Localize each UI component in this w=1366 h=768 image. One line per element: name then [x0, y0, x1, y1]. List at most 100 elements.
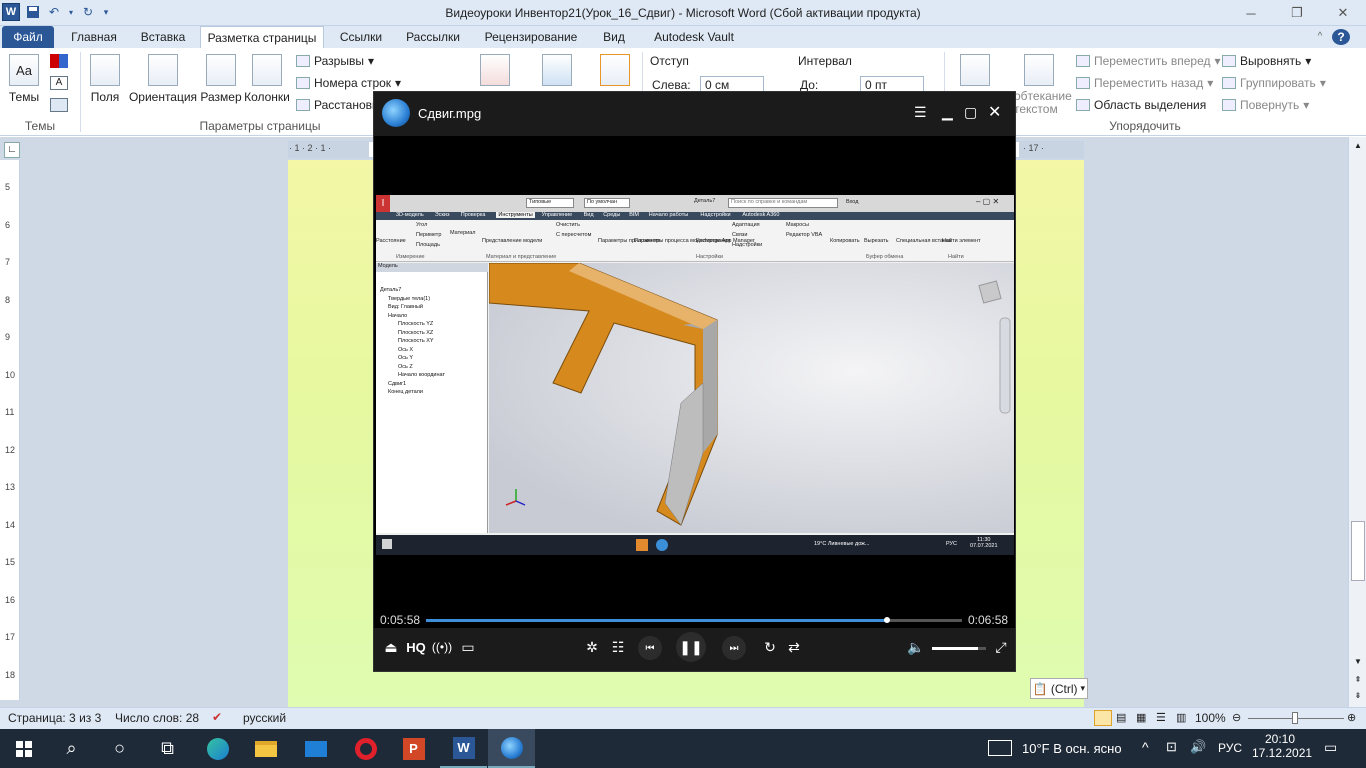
browser-tree-node[interactable]: Вид: Главный	[388, 304, 423, 310]
volume-slider[interactable]	[932, 647, 986, 650]
equalizer-icon[interactable]: ☷	[608, 638, 628, 656]
inventor-ribbon-button[interactable]: Надстройки	[732, 242, 762, 248]
inventor-ribbon-button[interactable]: Материал	[450, 230, 476, 236]
inventor-ribbon-button[interactable]: С пересчетом	[556, 232, 591, 238]
next-icon[interactable]: ⏭	[722, 636, 746, 660]
tab-page-layout[interactable]: Разметка страницы	[200, 26, 324, 48]
close-icon[interactable]: ✕	[1320, 0, 1366, 26]
line-numbers-button[interactable]: Номера строк ▾	[296, 76, 401, 90]
inventor-ribbon-button[interactable]: Площадь	[416, 242, 440, 248]
broadcast-icon[interactable]: ((•))	[432, 638, 452, 656]
inventor-style-dropdown[interactable]: Типовые	[526, 198, 574, 208]
inventor-login[interactable]: Вход	[846, 199, 858, 205]
screen-icon[interactable]: ▭	[458, 638, 478, 656]
hq-toggle[interactable]: HQ	[404, 638, 428, 656]
inventor-search-input[interactable]: Поиск по справке и командам	[728, 198, 838, 208]
size-button[interactable]: Размер	[200, 54, 242, 104]
shuffle-icon[interactable]: ⇄	[784, 638, 804, 656]
seek-bar[interactable]	[426, 617, 962, 623]
undo-icon[interactable]: ↶	[46, 4, 62, 20]
opera-icon[interactable]	[342, 729, 389, 768]
tab-review[interactable]: Рецензирование	[476, 26, 586, 48]
search-icon[interactable]: ⌕	[48, 729, 95, 768]
playlist-icon[interactable]: ☰	[914, 104, 927, 121]
inventor-tab[interactable]: Надстройки	[700, 212, 730, 218]
inventor-ribbon-button[interactable]: Вырезать	[864, 238, 888, 244]
inventor-tab[interactable]: Вид	[584, 212, 594, 218]
media-player-taskbar-icon[interactable]	[488, 729, 535, 768]
edge-icon[interactable]	[194, 729, 241, 768]
browser-tree-node[interactable]: Сдвиг1	[388, 381, 406, 387]
inventor-tab[interactable]: Проверка	[461, 212, 486, 218]
inventor-ribbon-button[interactable]: Редактор VBA	[786, 232, 822, 238]
reading-view-icon[interactable]: ▤	[1116, 711, 1126, 724]
tab-autodesk-vault[interactable]: Autodesk Vault	[642, 26, 746, 48]
scroll-thumb[interactable]	[1351, 521, 1365, 581]
weather-text[interactable]: 10°F В осн. ясно	[1022, 741, 1122, 756]
inventor-tab[interactable]: Среды	[603, 212, 620, 218]
video-frame[interactable]: I Типовые По умолчан Деталь7 Поиск по сп…	[376, 195, 1014, 555]
browser-tree-node[interactable]: Начало	[388, 313, 407, 319]
clock[interactable]: 20:10 17.12.2021	[1252, 732, 1312, 760]
zoom-in-icon[interactable]: ⊕	[1347, 711, 1356, 724]
selection-pane-button[interactable]: Область выделения	[1076, 98, 1206, 112]
next-page-icon[interactable]: ⇟	[1352, 691, 1364, 701]
bring-forward-button[interactable]: Переместить вперед ▾	[1076, 54, 1221, 68]
inventor-window-controls[interactable]: – ▢ ✕	[976, 197, 999, 206]
draft-icon[interactable]: ▥	[1176, 711, 1186, 724]
inventor-ribbon-button[interactable]: Связи	[732, 232, 747, 238]
file-explorer-icon[interactable]	[242, 729, 289, 768]
zoom-out-icon[interactable]: ⊖	[1232, 711, 1241, 724]
browser-tree-node[interactable]: Деталь7	[380, 287, 401, 293]
position-button[interactable]	[958, 54, 992, 90]
language[interactable]: русский	[243, 711, 286, 725]
browser-tree-node[interactable]: Конец детали	[388, 389, 423, 395]
customize-qat-icon[interactable]: ▾	[101, 4, 111, 20]
proofing-icon[interactable]: ✔	[212, 710, 222, 724]
inventor-tab[interactable]: Управление	[542, 212, 573, 218]
browser-tree-node[interactable]: Твердые тела(1)	[388, 296, 430, 302]
redo-icon[interactable]: ↻	[80, 4, 96, 20]
open-folder-icon[interactable]: ⏏	[382, 638, 400, 656]
columns-button[interactable]: Колонки	[243, 54, 291, 104]
inventor-material-dropdown[interactable]: По умолчан	[584, 198, 630, 208]
zoom-slider-thumb[interactable]	[1292, 712, 1298, 724]
restore-icon[interactable]: ❐	[1274, 0, 1320, 26]
player-maximize-icon[interactable]: ▢	[964, 104, 977, 121]
tab-references[interactable]: Ссылки	[332, 26, 390, 48]
mail-icon[interactable]	[292, 729, 339, 768]
show-hidden-icon[interactable]: ^	[1142, 739, 1149, 755]
tab-mailings[interactable]: Рассылки	[398, 26, 468, 48]
inventor-tab[interactable]: 3D-модель	[396, 212, 424, 218]
zoom-level[interactable]: 100%	[1195, 711, 1226, 725]
group-button[interactable]: Группировать ▾	[1222, 76, 1326, 90]
theme-effects-icon[interactable]	[50, 98, 68, 112]
inventor-ribbon-button[interactable]: Адаптация	[732, 222, 760, 228]
tab-insert[interactable]: Вставка	[132, 26, 194, 48]
tab-view[interactable]: Вид	[594, 26, 634, 48]
weather-icon[interactable]	[988, 740, 1012, 756]
help-icon[interactable]: ?	[1332, 29, 1350, 45]
previous-icon[interactable]: ⏮	[638, 636, 662, 660]
player-close-icon[interactable]: ✕	[988, 102, 1001, 122]
inventor-ribbon-button[interactable]: Найти элемент	[942, 238, 981, 244]
scroll-down-icon[interactable]: ▼	[1352, 657, 1364, 667]
minimize-ribbon-icon[interactable]: ^	[1312, 26, 1328, 48]
inventor-viewport[interactable]	[488, 262, 1014, 533]
browser-tree-node[interactable]: Начало координат	[398, 372, 445, 378]
scroll-up-icon[interactable]: ▲	[1352, 141, 1364, 153]
inventor-ribbon-button[interactable]: Угол	[416, 222, 427, 228]
wrap-text-button[interactable]	[1022, 54, 1056, 90]
theme-fonts-icon[interactable]: A	[50, 76, 68, 90]
tab-selector-icon[interactable]: ∟	[4, 142, 20, 158]
effects-icon[interactable]: ✲	[582, 638, 602, 656]
theme-colors-icon[interactable]	[50, 54, 68, 68]
orientation-button[interactable]: Ориентация	[128, 54, 198, 104]
inventor-ribbon-button[interactable]: Копировать	[830, 238, 860, 244]
send-backward-button[interactable]: Переместить назад ▾	[1076, 76, 1213, 90]
undo-dropdown-icon[interactable]: ▾	[67, 4, 75, 20]
seek-thumb[interactable]	[883, 617, 890, 623]
notifications-icon[interactable]: ▭	[1324, 739, 1337, 756]
network-icon[interactable]: ⊡	[1166, 739, 1177, 755]
rotate-button[interactable]: Повернуть ▾	[1222, 98, 1309, 112]
